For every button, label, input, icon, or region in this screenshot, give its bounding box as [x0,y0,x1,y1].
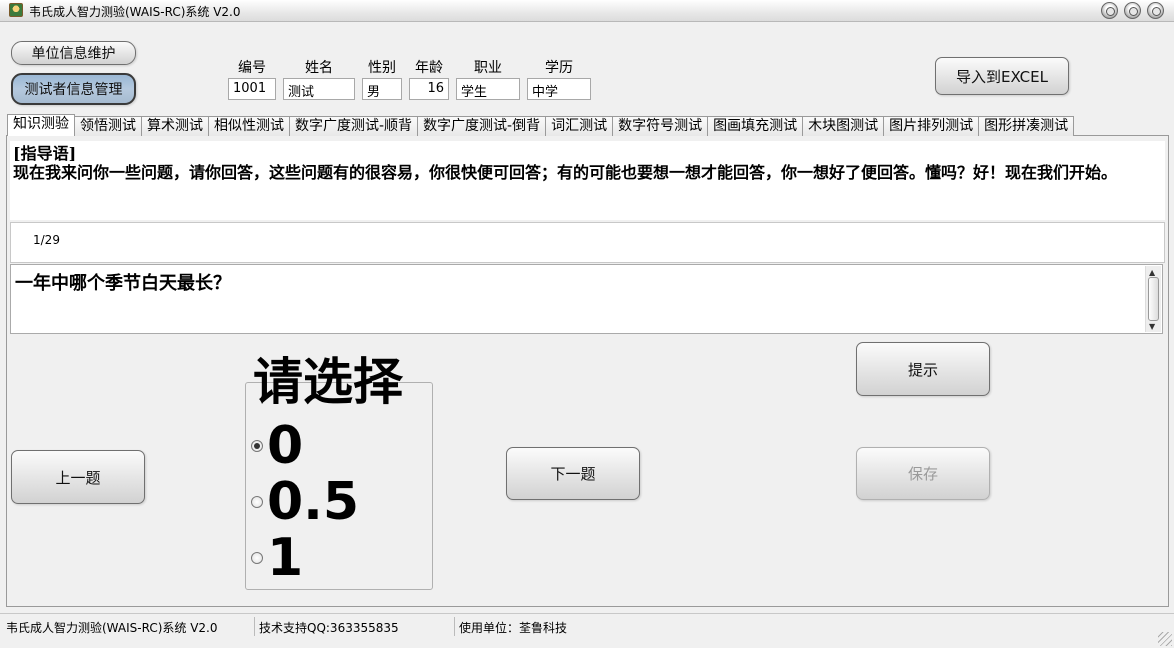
tab-digit-symbol[interactable]: 数字符号测试 [612,116,709,136]
option-1[interactable]: 1 [251,530,303,586]
question-box[interactable]: 一年中哪个季节白天最长？ ▲ ▼ [10,264,1163,334]
scroll-up-icon[interactable]: ▲ [1149,267,1155,277]
instructions-title: [指导语] [13,144,77,163]
education-label: 学历 [545,60,573,76]
scroll-thumb[interactable] [1148,277,1159,321]
age-field[interactable]: 16 [409,78,449,100]
tab-arithmetic[interactable]: 算术测试 [141,116,209,136]
question-progress: 1/29 [33,233,60,247]
tab-comprehension[interactable]: 领悟测试 [74,116,142,136]
radio-icon[interactable] [251,496,263,508]
hint-button[interactable]: 提示 [856,342,990,396]
tab-knowledge[interactable]: 知识测验 [7,114,75,136]
name-field[interactable]: 测试 [283,78,355,100]
app-icon [9,3,23,17]
tab-picture-completion[interactable]: 图画填充测试 [707,116,804,136]
tab-vocabulary[interactable]: 词汇测试 [545,116,614,136]
maximize-button[interactable] [1124,2,1141,19]
save-button[interactable]: 保存 [856,447,990,500]
unit-info-button[interactable]: 单位信息维护 [11,41,136,65]
minimize-button[interactable] [1101,2,1118,19]
option-0[interactable]: 0 [251,418,303,474]
option-label: 0.5 [267,472,360,532]
next-question-button[interactable]: 下一题 [506,447,640,500]
name-label: 姓名 [305,60,333,76]
status-divider [254,617,255,636]
status-divider [454,617,455,636]
window-title: 韦氏成人智力测验(WAIS-RC)系统 V2.0 [29,5,241,19]
job-label: 职业 [474,60,502,76]
job-field[interactable]: 学生 [456,78,520,100]
option-label: 0 [267,416,304,476]
export-excel-button[interactable]: 导入到EXCEL [935,57,1069,95]
radio-icon[interactable] [251,552,263,564]
option-0-5[interactable]: 0.5 [251,474,359,530]
tab-picture-arrangement[interactable]: 图片排列测试 [883,116,980,136]
scroll-down-icon[interactable]: ▼ [1149,321,1155,331]
question-scrollbar[interactable]: ▲ ▼ [1145,266,1161,332]
option-label: 1 [267,528,304,588]
question-text: 一年中哪个季节白天最长？ [15,273,231,294]
tab-digit-span-forward[interactable]: 数字广度测试-顺背 [289,116,419,136]
title-bar: 韦氏成人智力测验(WAIS-RC)系统 V2.0 [0,0,1174,22]
tester-info-button[interactable]: 测试者信息管理 [11,73,136,105]
status-bar: 韦氏成人智力测验(WAIS-RC)系统 V2.0 技术支持QQ:36335583… [0,613,1174,648]
tab-block-design[interactable]: 木块图测试 [802,116,885,136]
status-support: 技术支持QQ:363355835 [259,621,399,635]
education-field[interactable]: 中学 [527,78,591,100]
close-button[interactable] [1147,2,1164,19]
radio-icon[interactable] [251,440,263,452]
tab-object-assembly[interactable]: 图形拼凑测试 [978,116,1075,136]
id-label: 编号 [238,60,266,76]
prev-question-button[interactable]: 上一题 [11,450,145,504]
progress-box: 1/29 [10,222,1165,263]
gender-label: 性别 [368,60,396,76]
instructions-box: [指导语] 现在我来问你一些问题，请你回答，这些问题有的很容易，你很快便可回答；… [10,141,1165,220]
status-user-unit: 使用单位：荃鲁科技 [459,621,568,635]
age-label: 年龄 [415,60,443,76]
instructions-text: 现在我来问你一些问题，请你回答，这些问题有的很容易，你很快便可回答；有的可能也要… [13,163,1118,182]
tab-digit-span-backward[interactable]: 数字广度测试-倒背 [417,116,547,136]
resize-grip-icon[interactable] [1158,632,1172,646]
gender-field[interactable]: 男 [362,78,402,100]
status-app-name: 韦氏成人智力测验(WAIS-RC)系统 V2.0 [6,621,218,635]
id-field[interactable]: 1001 [228,78,276,100]
tab-similarities[interactable]: 相似性测试 [208,116,290,136]
test-tabs: 知识测验 领悟测试 算术测试 相似性测试 数字广度测试-顺背 数字广度测试-倒背… [7,114,1075,136]
choice-heading: 请选择 [253,352,403,411]
answer-choice-group: 请选择 0 0.5 1 [245,350,433,590]
